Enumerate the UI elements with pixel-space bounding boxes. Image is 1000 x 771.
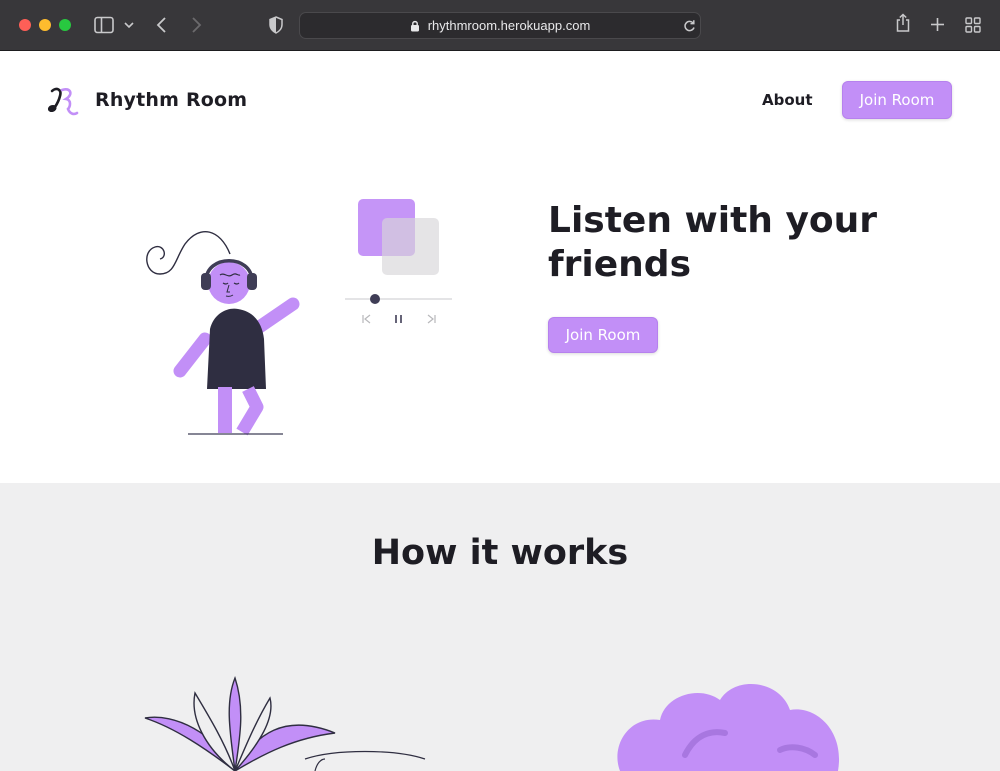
minimize-window-button[interactable] [39,19,51,31]
nav-about-link[interactable]: About [762,91,813,109]
listening-person-illustration [146,199,452,436]
reload-icon[interactable] [683,19,696,33]
privacy-shield-icon[interactable] [269,16,283,34]
url-text: rhythmroom.herokuapp.com [427,18,591,33]
brand-name[interactable]: Rhythm Room [95,89,247,111]
chevron-down-icon[interactable] [124,21,134,29]
rhythm-room-logo[interactable] [46,87,80,117]
new-tab-icon[interactable] [930,17,945,32]
share-icon[interactable] [895,13,911,33]
site-header: Rhythm Room About Join Room [0,51,1000,149]
browser-toolbar: rhythmroom.herokuapp.com [0,0,1000,51]
close-window-button[interactable] [19,19,31,31]
address-bar[interactable]: rhythmroom.herokuapp.com [299,12,701,39]
tab-overview-icon[interactable] [965,17,981,33]
back-icon[interactable] [156,16,168,34]
cloud-illustration [617,683,840,771]
nav-join-room-button[interactable]: Join Room [842,81,952,119]
how-it-works-section: How it works [0,483,1000,771]
hero-title: Listen with your friends [548,200,878,285]
how-it-works-title: How it works [371,533,629,573]
party-burst-illustration [144,675,426,771]
hero-join-room-button[interactable]: Join Room [548,317,658,353]
zoom-window-button[interactable] [59,19,71,31]
hero-section: Listen with your friends Join Room [0,149,1000,483]
sidebar-icon[interactable] [94,16,114,34]
forward-icon[interactable] [190,16,202,34]
